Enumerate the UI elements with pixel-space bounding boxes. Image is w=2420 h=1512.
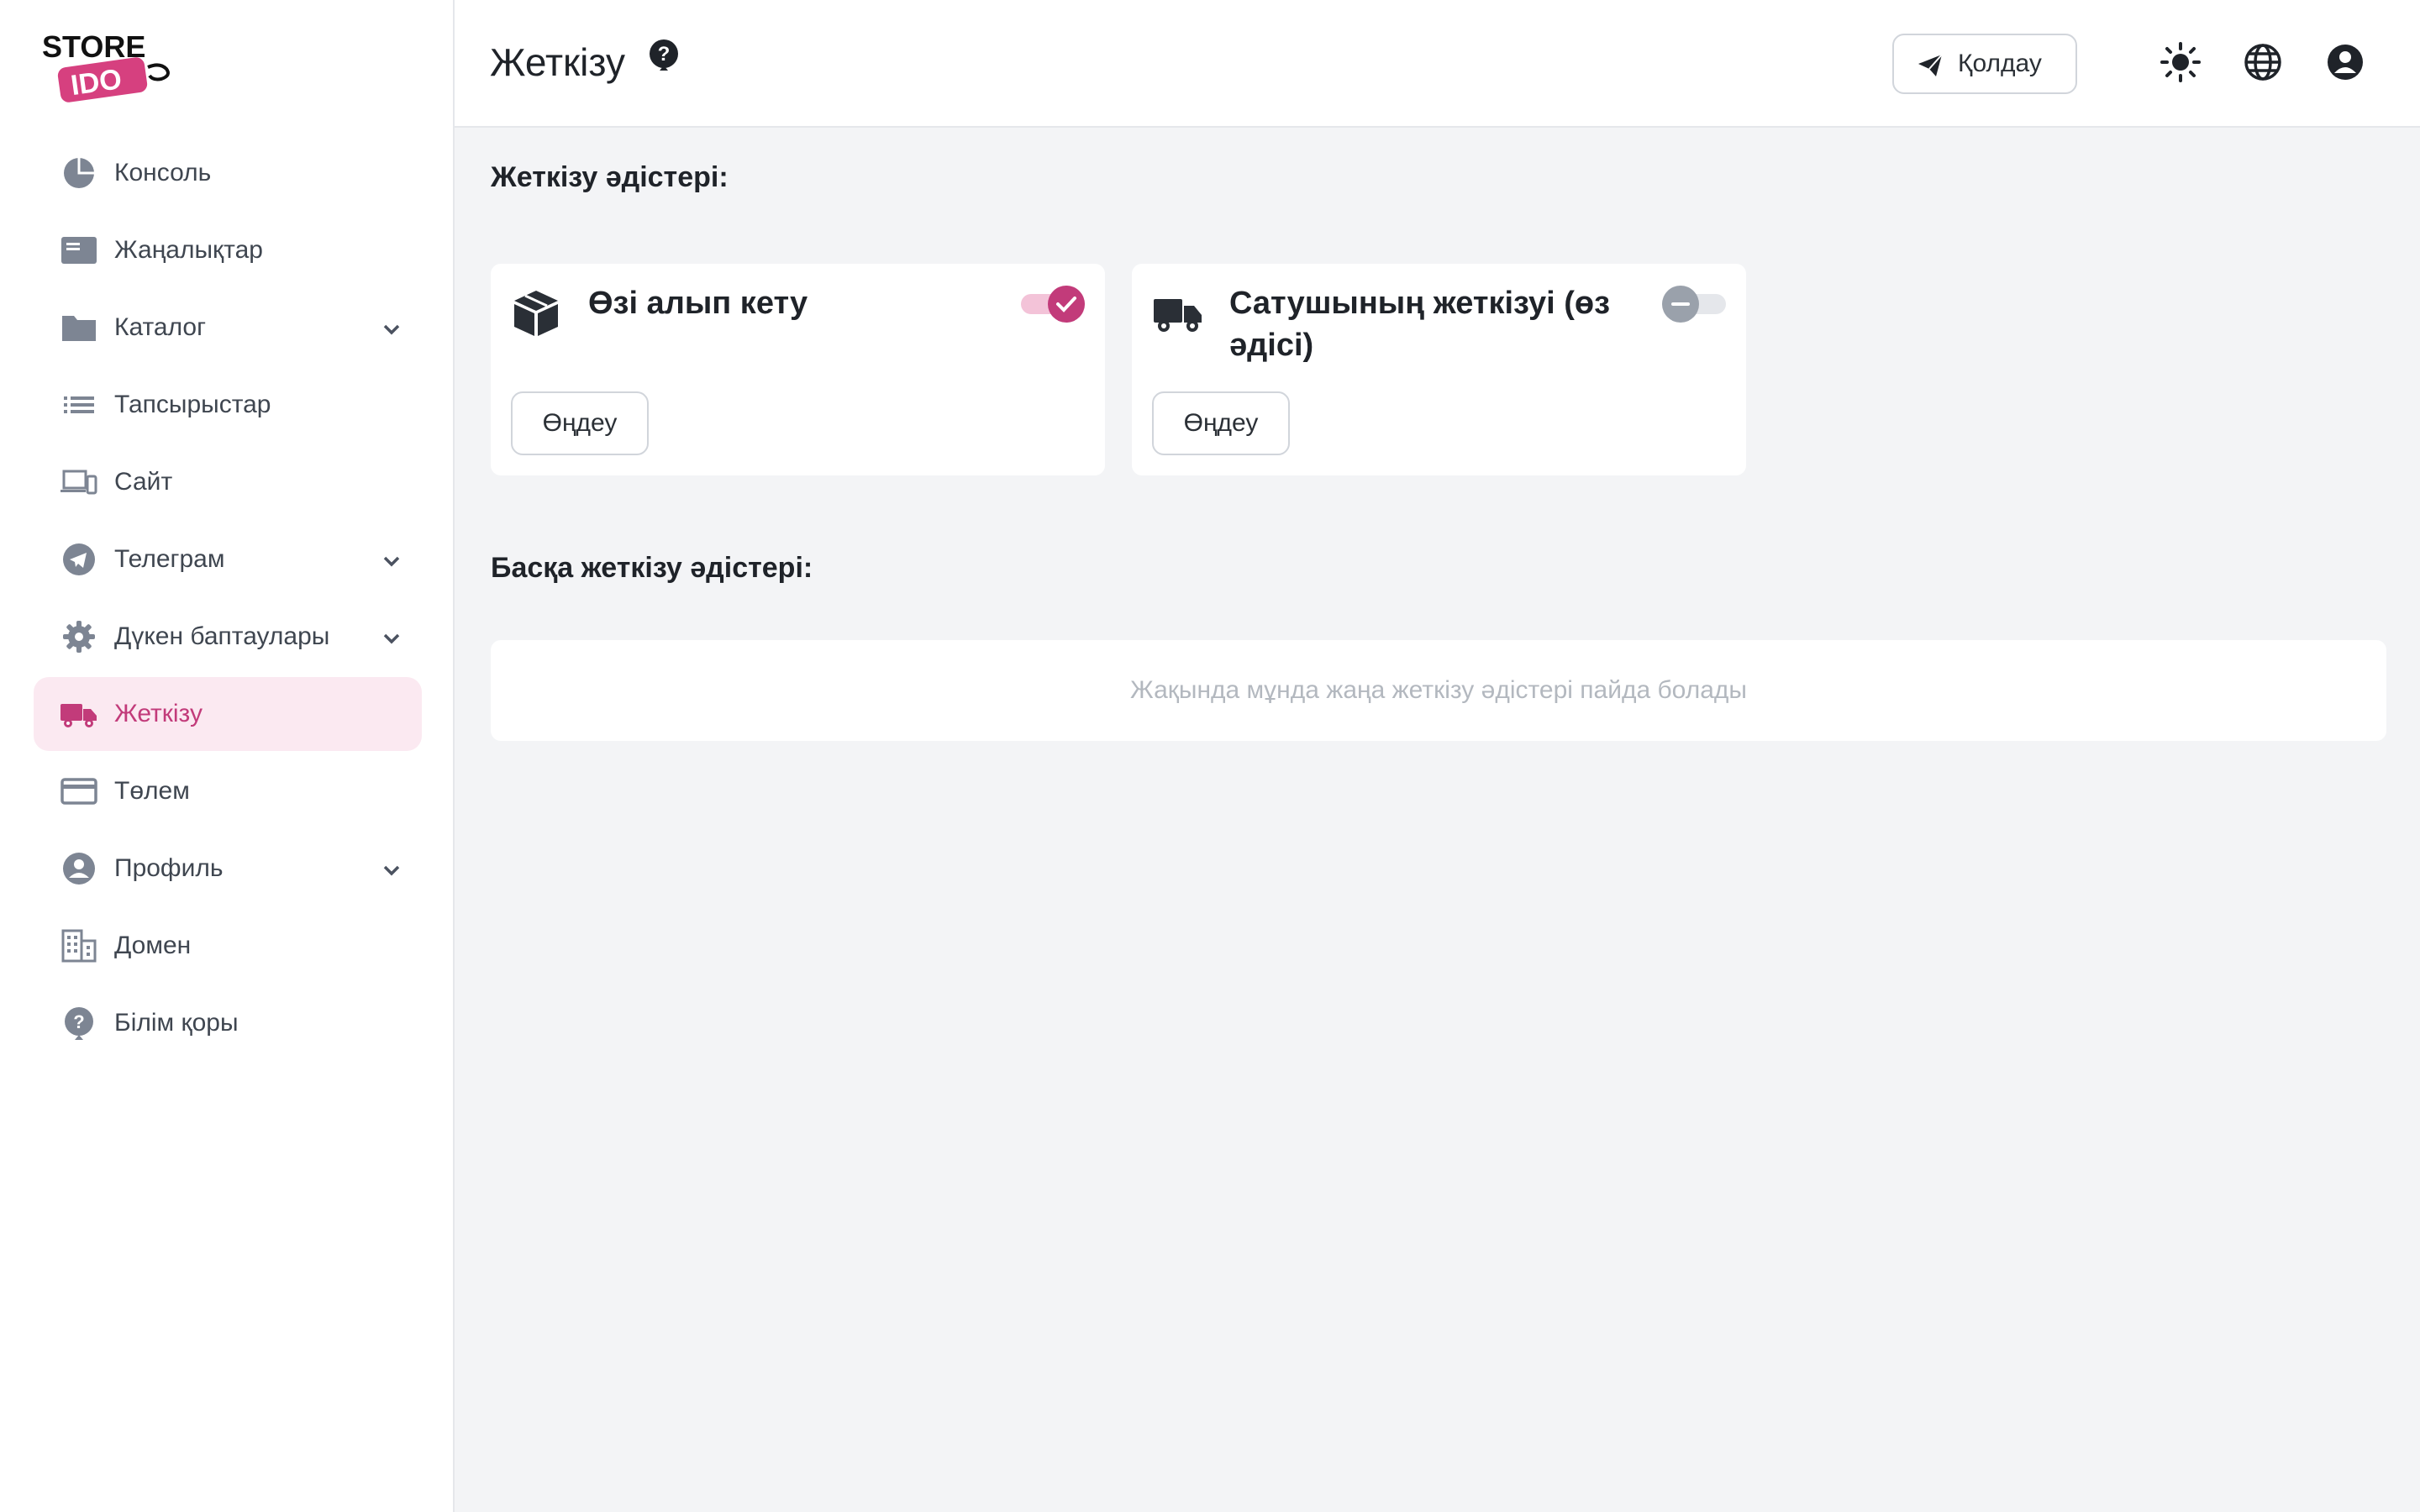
sidebar-item-label: Телеграм [114,545,225,573]
sidebar-item-label: Профиль [114,854,224,882]
telegram-icon [60,543,97,576]
delivery-method-card-seller: Сатушының жеткізуі (өз әдісі) Өңдеу [1132,264,1746,475]
sidebar-item-label: Тапсырыстар [114,391,271,418]
user-circle-icon [60,852,97,885]
delivery-methods-title: Жеткізу әдістері: [491,161,729,193]
gear-icon [60,620,97,654]
credit-card-icon [60,774,97,808]
minus-icon [1662,286,1699,323]
truck-icon [1152,287,1202,338]
sidebar-item-console[interactable]: Консоль [34,136,422,210]
question-icon: ? [60,1006,97,1040]
sidebar-nav: Консоль Жаңалықтар Каталог Тапсырыстар С… [34,136,422,1063]
svg-text:?: ? [658,43,671,66]
globe-icon[interactable] [2243,42,2283,82]
other-methods-title: Басқа жеткізу әдістері: [491,552,813,584]
list-icon [60,388,97,422]
delivery-method-title: Сатушының жеткізуі (өз әдісі) [1229,286,1610,363]
chevron-down-icon[interactable] [380,627,403,650]
sidebar-item-telegram[interactable]: Телеграм [34,522,422,596]
sidebar-item-news[interactable]: Жаңалықтар [34,213,422,287]
pickup-toggle[interactable] [1021,286,1085,323]
newspaper-icon [60,234,97,267]
sidebar-item-store-settings[interactable]: Дүкен баптаулары [34,600,422,674]
chevron-down-icon[interactable] [380,858,403,882]
svg-text:?: ? [73,1011,84,1032]
truck-icon [60,697,97,731]
chevron-down-icon[interactable] [380,549,403,573]
sidebar-item-catalog[interactable]: Каталог [34,291,422,365]
sidebar: STORE IDO Консоль Жаңалықтар Каталог Тап… [0,0,455,1512]
support-button-label: Қолдау [1958,50,2042,77]
edit-button[interactable]: Өңдеу [511,391,649,455]
box-icon [511,287,561,338]
sidebar-item-delivery[interactable]: Жеткізу [34,677,422,751]
building-icon [60,929,97,963]
account-icon[interactable] [2325,42,2365,82]
sidebar-item-label: Дүкен баптаулары [114,622,330,650]
support-button[interactable]: Қолдау [1892,34,2077,94]
sidebar-item-label: Сайт [114,468,173,496]
help-icon[interactable]: ? [646,37,681,77]
sidebar-item-label: Жеткізу [114,700,203,727]
sidebar-item-label: Консоль [114,159,212,186]
other-methods-empty-state: Жақында мұнда жаңа жеткізу әдістері пайд… [491,640,2386,741]
page-title: Жеткізу [490,40,625,84]
sidebar-item-label: Білім қоры [114,1009,239,1037]
top-bar: Жеткізу ? Қолдау [455,0,2420,128]
sidebar-item-site[interactable]: Сайт [34,445,422,519]
sidebar-item-label: Төлем [114,777,190,805]
check-icon [1048,286,1085,323]
delivery-method-card-pickup: Өзі алып кету Өңдеу [491,264,1105,475]
store-logo[interactable]: STORE IDO [40,30,175,106]
send-icon [1918,54,1943,77]
pie-chart-icon [60,156,97,190]
sun-icon[interactable] [2160,42,2201,82]
sidebar-item-payment[interactable]: Төлем [34,754,422,828]
devices-icon [60,465,97,499]
seller-delivery-toggle[interactable] [1662,286,1726,323]
folder-icon [60,311,97,344]
sidebar-item-profile[interactable]: Профиль [34,832,422,906]
sidebar-item-label: Домен [114,932,192,959]
sidebar-item-knowledge-base[interactable]: ? Білім қоры [34,986,422,1060]
chevron-down-icon[interactable] [380,318,403,341]
sidebar-item-label: Жаңалықтар [114,236,263,264]
sidebar-item-label: Каталог [114,313,207,341]
svg-text:IDO: IDO [69,63,124,102]
delivery-method-title: Өзі алып кету [588,286,808,321]
sidebar-item-domain[interactable]: Домен [34,909,422,983]
sidebar-item-orders[interactable]: Тапсырыстар [34,368,422,442]
edit-button[interactable]: Өңдеу [1152,391,1290,455]
